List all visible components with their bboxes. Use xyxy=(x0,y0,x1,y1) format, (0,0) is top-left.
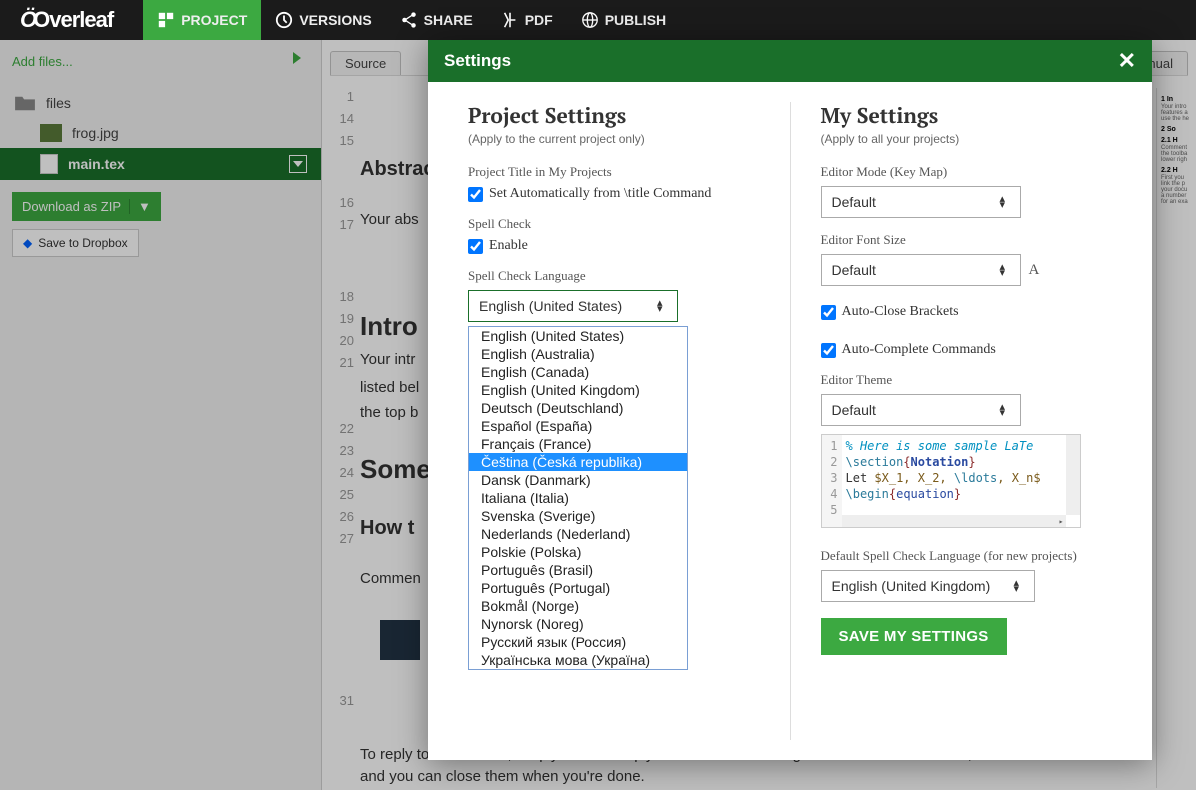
clock-icon xyxy=(275,11,293,29)
spell-lang-label: Spell Check Language xyxy=(468,268,760,284)
top-navbar: ÖOverleaf PROJECT VERSIONS SHARE PDF PUB… xyxy=(0,0,1196,40)
modal-header: Settings ✕ xyxy=(428,40,1152,82)
globe-icon xyxy=(581,11,599,29)
auto-title-checkbox[interactable] xyxy=(468,187,483,202)
spellcheck-enable-checkbox[interactable] xyxy=(468,239,483,254)
pdf-icon xyxy=(501,11,519,29)
scrollbar-vertical[interactable] xyxy=(1066,435,1080,515)
nav-publish[interactable]: PUBLISH xyxy=(567,0,680,40)
project-settings-heading: Project Settings xyxy=(468,102,760,130)
select-caret-icon: ▴▾ xyxy=(1000,196,1010,208)
lang-option[interactable]: English (Canada) xyxy=(469,363,687,381)
lang-option[interactable]: Deutsch (Deutschland) xyxy=(469,399,687,417)
spellcheck-enable-label: Enable xyxy=(489,238,528,254)
nav-share-label: SHARE xyxy=(424,12,473,28)
project-icon xyxy=(157,11,175,29)
close-icon[interactable]: ✕ xyxy=(1118,48,1136,74)
lang-option[interactable]: Čeština (Česká republika) xyxy=(469,453,687,471)
overleaf-logo: ÖOverleaf xyxy=(20,7,113,33)
spellcheck-label: Spell Check xyxy=(468,216,760,232)
lang-option[interactable]: Nederlands (Nederland) xyxy=(469,525,687,543)
editor-mode-value: Default xyxy=(832,194,876,210)
select-caret-icon: ▴▾ xyxy=(657,300,667,312)
auto-complete-label: Auto-Complete Commands xyxy=(842,342,996,358)
project-title-label: Project Title in My Projects xyxy=(468,164,760,180)
nav-versions-label: VERSIONS xyxy=(299,12,371,28)
default-lang-value: English (United Kingdom) xyxy=(832,578,991,594)
lang-option[interactable]: Italiana (Italia) xyxy=(469,489,687,507)
nav-pdf-label: PDF xyxy=(525,12,553,28)
theme-value: Default xyxy=(832,402,876,418)
my-settings-sub: (Apply to all your projects) xyxy=(821,132,1113,146)
settings-modal: Settings ✕ Project Settings (Apply to th… xyxy=(428,40,1152,760)
share-icon xyxy=(400,11,418,29)
lang-option[interactable]: Français (France) xyxy=(469,435,687,453)
editor-mode-select[interactable]: Default ▴▾ xyxy=(821,186,1021,218)
lang-option[interactable]: Українська мова (Україна) xyxy=(469,651,687,669)
auto-close-checkbox[interactable] xyxy=(821,305,836,320)
nav-share[interactable]: SHARE xyxy=(386,0,487,40)
scrollbar-horizontal[interactable] xyxy=(842,515,1066,527)
font-size-select[interactable]: Default ▴▾ xyxy=(821,254,1021,286)
lang-option[interactable]: English (United States) xyxy=(469,327,687,345)
default-lang-label: Default Spell Check Language (for new pr… xyxy=(821,548,1113,564)
auto-close-label: Auto-Close Brackets xyxy=(842,304,959,320)
nav-project[interactable]: PROJECT xyxy=(143,0,261,40)
nav-project-label: PROJECT xyxy=(181,12,247,28)
font-size-indicator: A xyxy=(1029,262,1040,279)
select-caret-icon: ▴▾ xyxy=(1000,264,1010,276)
lang-option[interactable]: English (United Kingdom) xyxy=(469,381,687,399)
auto-complete-checkbox[interactable] xyxy=(821,343,836,358)
select-caret-icon: ▴▾ xyxy=(1014,580,1024,592)
lang-option[interactable]: Bokmål (Norge) xyxy=(469,597,687,615)
theme-select[interactable]: Default ▴▾ xyxy=(821,394,1021,426)
editor-mode-label: Editor Mode (Key Map) xyxy=(821,164,1113,180)
nav-publish-label: PUBLISH xyxy=(605,12,666,28)
save-settings-button[interactable]: SAVE MY SETTINGS xyxy=(821,618,1007,655)
theme-label: Editor Theme xyxy=(821,372,1113,388)
project-settings-sub: (Apply to the current project only) xyxy=(468,132,760,146)
lang-option[interactable]: Nynorsk (Noreg) xyxy=(469,615,687,633)
lang-option[interactable]: Português (Portugal) xyxy=(469,579,687,597)
default-lang-select[interactable]: English (United Kingdom) ▴▾ xyxy=(821,570,1035,602)
nav-versions[interactable]: VERSIONS xyxy=(261,0,385,40)
project-settings-col: Project Settings (Apply to the current p… xyxy=(458,102,791,740)
lang-option[interactable]: Русский язык (Россия) xyxy=(469,633,687,651)
spell-lang-dropdown: English (United States)English (Australi… xyxy=(468,326,688,670)
nav-pdf[interactable]: PDF xyxy=(487,0,567,40)
modal-title: Settings xyxy=(444,51,511,71)
code-preview: 12345 % Here is some sample LaTe \sectio… xyxy=(821,434,1081,528)
lang-option[interactable]: Polskie (Polska) xyxy=(469,543,687,561)
lang-option[interactable]: Português (Brasil) xyxy=(469,561,687,579)
my-settings-heading: My Settings xyxy=(821,102,1113,130)
lang-option[interactable]: Dansk (Danmark) xyxy=(469,471,687,489)
lang-option[interactable]: Español (España) xyxy=(469,417,687,435)
font-size-value: Default xyxy=(832,262,876,278)
lang-option[interactable]: English (Australia) xyxy=(469,345,687,363)
select-caret-icon: ▴▾ xyxy=(1000,404,1010,416)
lang-option[interactable]: Svenska (Sverige) xyxy=(469,507,687,525)
my-settings-col: My Settings (Apply to all your projects)… xyxy=(791,102,1123,740)
font-size-label: Editor Font Size xyxy=(821,232,1113,248)
spell-lang-select[interactable]: English (United States) ▴▾ xyxy=(468,290,678,322)
spell-lang-value: English (United States) xyxy=(479,298,622,314)
auto-title-label: Set Automatically from \title Command xyxy=(489,186,711,202)
